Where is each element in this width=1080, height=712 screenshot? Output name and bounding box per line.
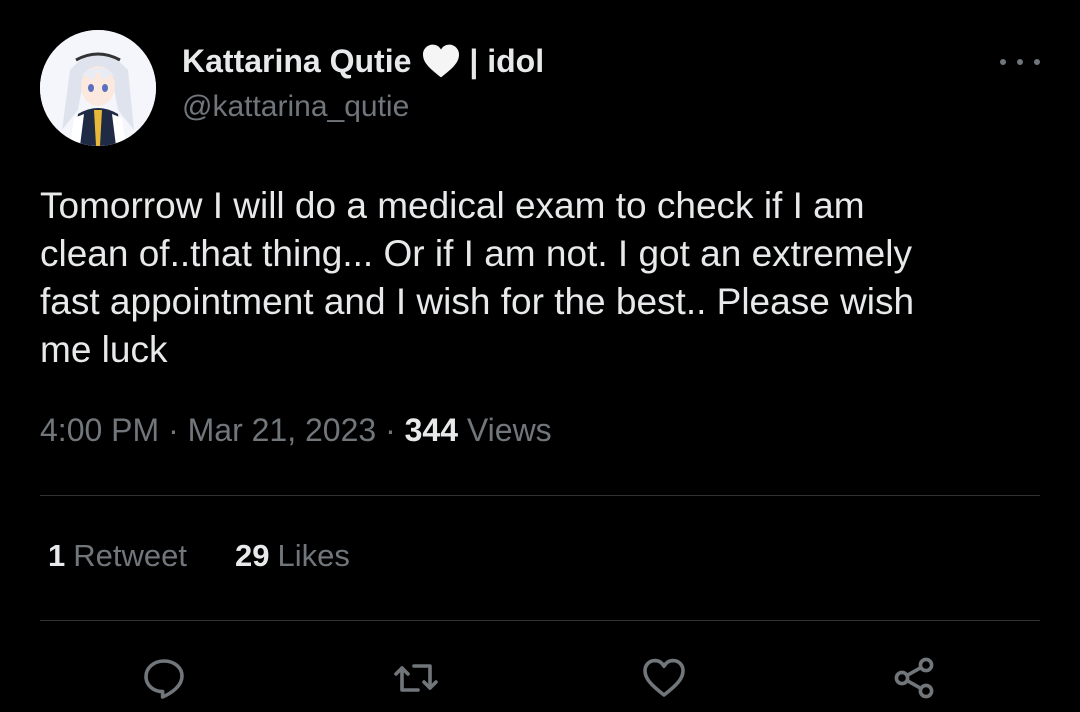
- heart-icon: [643, 658, 685, 697]
- more-options-button[interactable]: [1000, 48, 1040, 76]
- share-button[interactable]: [890, 654, 938, 702]
- tweet: Kattarina Qutie | idol @kattarina_qutie …: [0, 0, 1080, 712]
- engagement-stats: 1 Retweet 29 Likes: [48, 538, 398, 574]
- retweet-button[interactable]: [392, 654, 440, 702]
- share-icon: [894, 657, 934, 699]
- avatar[interactable]: [40, 30, 156, 146]
- tweet-text: Tomorrow I will do a medical exam to che…: [40, 185, 915, 370]
- more-dot-icon: [1034, 59, 1040, 65]
- likes-stat[interactable]: 29 Likes: [235, 538, 350, 574]
- retweets-count: 1: [48, 538, 66, 573]
- retweets-stat[interactable]: 1 Retweet: [48, 538, 187, 574]
- reply-button[interactable]: [140, 654, 188, 702]
- more-dot-icon: [1017, 59, 1023, 65]
- meta-separator: ·: [385, 412, 396, 448]
- divider: [40, 495, 1040, 496]
- reply-icon: [144, 659, 184, 699]
- white-heart-icon: [421, 43, 461, 79]
- user-handle[interactable]: @kattarina_qutie: [182, 90, 409, 124]
- tweet-time[interactable]: 4:00 PM: [40, 412, 159, 448]
- views-label: Views: [466, 412, 552, 448]
- like-button[interactable]: [640, 654, 688, 702]
- likes-count: 29: [234, 538, 270, 573]
- action-bar: [0, 650, 1080, 706]
- likes-label: Likes: [277, 538, 350, 573]
- display-name-row[interactable]: Kattarina Qutie | idol: [182, 40, 544, 82]
- anime-avatar-icon: [40, 30, 156, 146]
- retweet-icon: [394, 664, 438, 692]
- retweets-label: Retweet: [73, 538, 187, 573]
- views-count: 344: [404, 412, 458, 448]
- divider: [40, 620, 1040, 621]
- more-dot-icon: [1000, 59, 1006, 65]
- tweet-date[interactable]: Mar 21, 2023: [188, 412, 377, 448]
- tweet-meta: 4:00 PM · Mar 21, 2023 · 344 Views: [40, 412, 552, 449]
- display-name[interactable]: Kattarina Qutie: [182, 43, 411, 80]
- meta-separator: ·: [168, 412, 179, 448]
- display-name-suffix: | idol: [469, 42, 545, 79]
